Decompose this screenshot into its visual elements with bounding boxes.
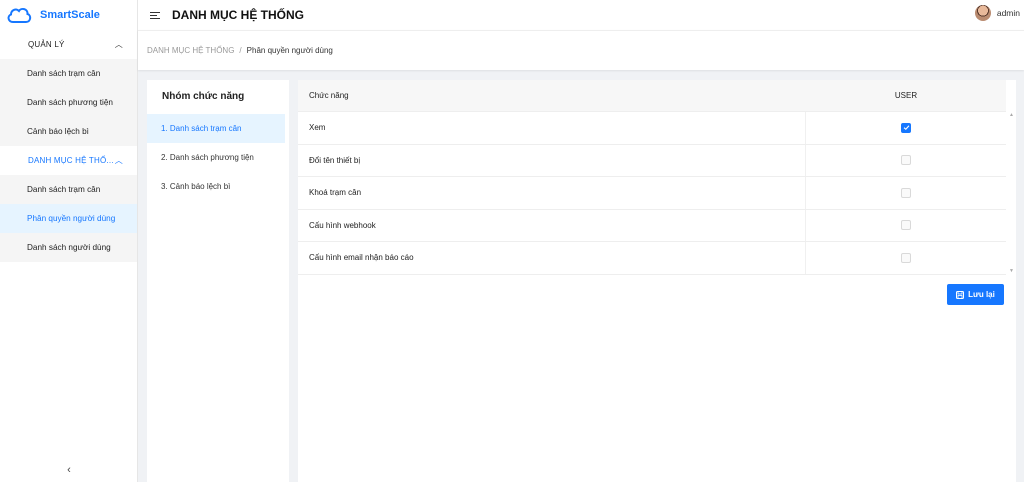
table-row: Đổi tên thiết bị bbox=[298, 144, 1006, 177]
breadcrumb-current: Phân quyền người dùng bbox=[246, 46, 333, 55]
table-row: Xem bbox=[298, 112, 1006, 145]
permission-checkbox[interactable] bbox=[901, 155, 911, 166]
user-name: admin bbox=[996, 8, 1020, 18]
function-name: Khoá trạm cân bbox=[298, 177, 806, 209]
breadcrumb-separator: / bbox=[239, 46, 242, 55]
permission-checkbox[interactable] bbox=[901, 220, 911, 231]
permissions-panel: Chức năng USER Xem Đổi tên thiết bị Khoá t… bbox=[298, 80, 1016, 482]
column-header-user: USER bbox=[894, 91, 918, 100]
logo[interactable]: SmartScale bbox=[0, 0, 137, 30]
table-header: Chức năng USER bbox=[298, 80, 1006, 112]
header: DANH MỤC HỆ THỐNG admin bbox=[138, 0, 1024, 30]
user-menu[interactable]: admin bbox=[974, 5, 1020, 21]
table-row: Cấu hình email nhận báo cáo bbox=[298, 242, 1006, 275]
function-group-title: Nhóm chức năng bbox=[162, 91, 245, 102]
app-name: SmartScale bbox=[40, 9, 100, 21]
permission-checkbox[interactable] bbox=[901, 122, 911, 133]
function-group-panel: Nhóm chức năng 1. Danh sách trạm cân 2. … bbox=[147, 80, 289, 482]
breadcrumb-root[interactable]: DANH MỤC HỆ THỐNG bbox=[147, 46, 234, 55]
user-permission-cell bbox=[806, 155, 1006, 166]
breadcrumb: DANH MỤC HỆ THỐNG / Phân quyền người dùn… bbox=[138, 30, 1024, 70]
permission-checkbox[interactable] bbox=[901, 187, 911, 198]
sidebar-item-phan-quyen[interactable]: Phân quyền người dùng bbox=[0, 204, 137, 233]
column-header-function: Chức năng bbox=[309, 91, 349, 100]
save-button-label: Lưu lại bbox=[968, 290, 995, 299]
function-name: Xem bbox=[298, 112, 806, 144]
scroll-up-icon[interactable]: ▲ bbox=[1009, 112, 1014, 118]
user-permission-cell bbox=[806, 220, 1006, 231]
page-title: DANH MỤC HỆ THỐNG bbox=[172, 8, 304, 22]
sidebar-item-nguoi-dung[interactable]: Danh sách người dùng bbox=[0, 233, 137, 262]
chevron-up-icon: ︿ bbox=[114, 156, 123, 165]
function-name: Đổi tên thiết bị bbox=[298, 144, 806, 176]
menu-group-quan-ly[interactable]: QUẢN LÝ ︿ bbox=[0, 30, 137, 59]
chevron-left-icon[interactable]: ‹ bbox=[0, 464, 138, 476]
permission-checkbox[interactable] bbox=[901, 252, 911, 263]
table-scrollbar[interactable]: ▲ ▼ bbox=[1009, 112, 1014, 274]
user-permission-cell bbox=[806, 122, 1006, 133]
sidebar-item-dm-tram-can[interactable]: Danh sách trạm cân bbox=[0, 175, 137, 204]
sidebar: SmartScale QUẢN LÝ ︿ Danh sách trạm cân … bbox=[0, 0, 138, 482]
function-group-item[interactable]: 3. Cảnh báo lệch bì bbox=[147, 172, 285, 201]
save-button[interactable]: Lưu lại bbox=[947, 284, 1004, 305]
sidebar-item-tram-can[interactable]: Danh sách trạm cân bbox=[0, 59, 137, 88]
save-icon bbox=[956, 290, 965, 299]
function-group-item[interactable]: 1. Danh sách trạm cân bbox=[147, 114, 285, 143]
function-name: Cấu hình webhook bbox=[298, 209, 806, 241]
scroll-down-icon[interactable]: ▼ bbox=[1009, 268, 1014, 274]
menu-group-danh-muc[interactable]: DANH MỤC HỆ THỐ... ︿ bbox=[0, 146, 137, 175]
sidebar-item-canh-bao[interactable]: Cảnh báo lệch bì bbox=[0, 117, 137, 146]
user-permission-cell bbox=[806, 252, 1006, 263]
chevron-up-icon: ︿ bbox=[114, 40, 123, 49]
function-name: Cấu hình email nhận báo cáo bbox=[298, 242, 806, 274]
sidebar-item-phuong-tien[interactable]: Danh sách phương tiện bbox=[0, 88, 137, 117]
function-group-item[interactable]: 2. Danh sách phương tiện bbox=[147, 143, 285, 172]
cloud-logo-icon bbox=[7, 7, 32, 23]
avatar[interactable] bbox=[974, 5, 991, 21]
table-row: Cấu hình webhook bbox=[298, 209, 1006, 242]
check-icon bbox=[903, 125, 909, 131]
menu-group-label: QUẢN LÝ bbox=[28, 40, 65, 49]
user-permission-cell bbox=[806, 187, 1006, 198]
table-row: Khoá trạm cân bbox=[298, 177, 1006, 210]
menu-group-label: DANH MỤC HỆ THỐ... bbox=[28, 156, 114, 165]
permissions-table: Chức năng USER Xem Đổi tên thiết bị Khoá t… bbox=[298, 80, 1006, 275]
menu-toggle-icon[interactable] bbox=[150, 11, 160, 19]
